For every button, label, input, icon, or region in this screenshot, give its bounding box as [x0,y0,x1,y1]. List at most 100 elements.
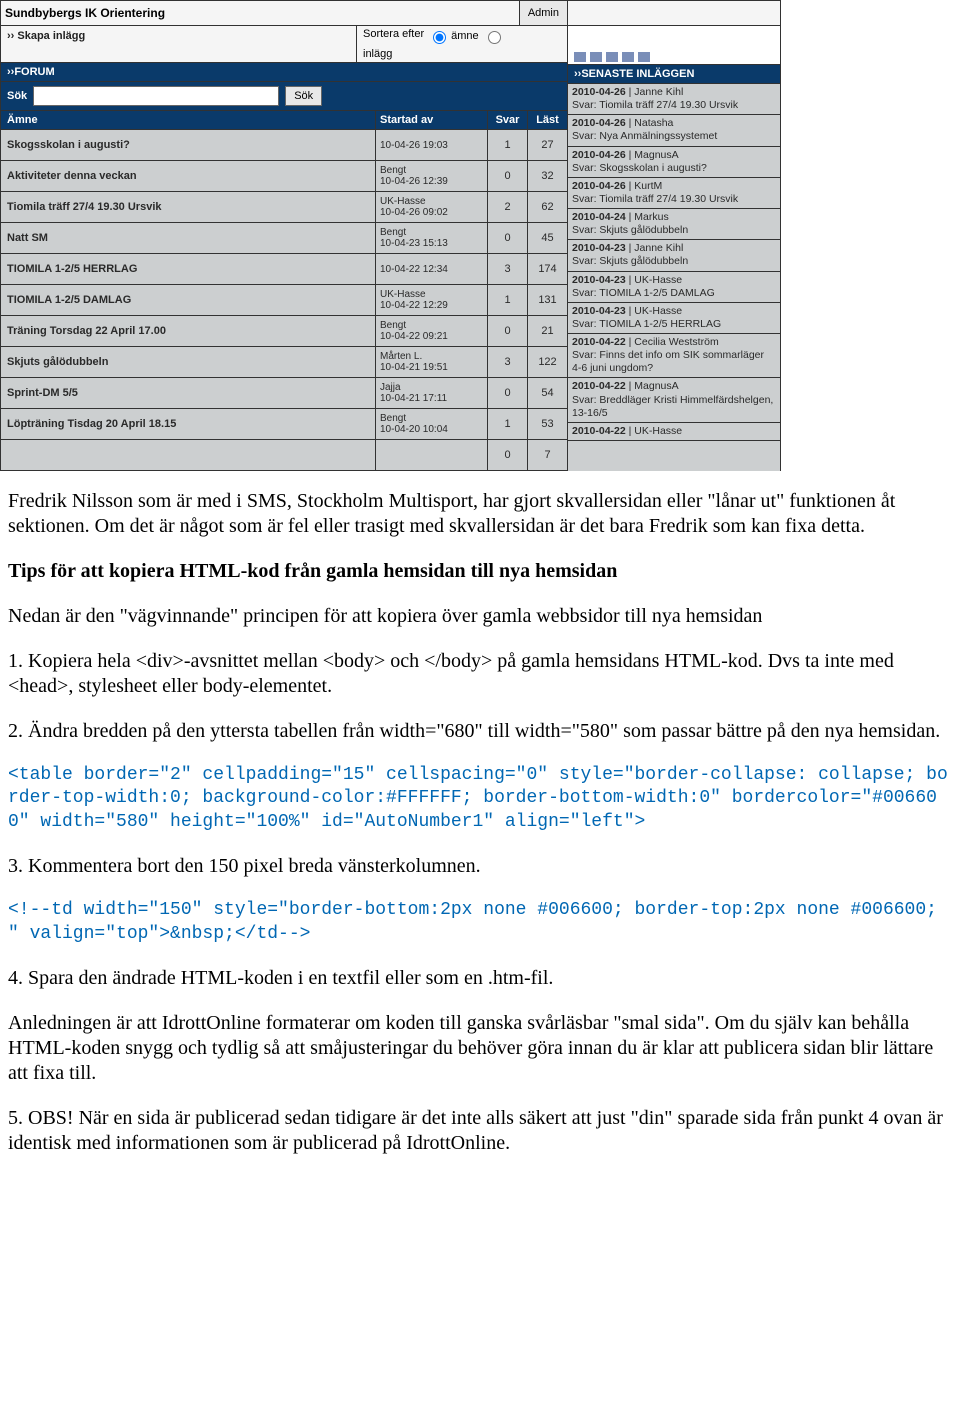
topic-cell[interactable]: Löpträning Tisdag 20 April 18.15 [1,409,375,439]
sort-controls: Sortera efter ämne inlägg [356,26,567,62]
create-post-link[interactable]: ›› Skapa inlägg [1,26,356,62]
sort-opt2-label: inlägg [363,48,392,60]
table-row[interactable]: TIOMILA 1-2/5 DAMLAGUK-Hasse10-04-22 12:… [1,285,567,316]
search-input[interactable] [33,86,279,106]
admin-link[interactable]: Admin [519,1,567,25]
sort-opt1-label: ämne [451,30,479,42]
svar-cell: 1 [487,409,527,439]
svar-cell: 0 [487,378,527,408]
topic-cell[interactable]: Aktiviteter denna veckan [1,161,375,191]
recent-item[interactable]: 2010-04-26 | KurtMSvar: Tiomila träff 27… [568,178,780,209]
last-cell: 45 [527,223,567,253]
sort-row: ›› Skapa inlägg Sortera efter ämne inläg… [1,26,567,63]
startedby-cell: 10-04-22 12:34 [375,254,487,284]
last-cell: 122 [527,347,567,377]
step-4: 4. Spara den ändrade HTML-koden i en tex… [8,966,952,991]
last-cell: 7 [527,440,567,470]
forum-screenshot: Sundbybergs IK Orientering Admin ›› Skap… [0,0,960,471]
col-header-startad[interactable]: Startad av [375,111,487,129]
recent-item[interactable]: 2010-04-22 | MagnusASvar: Breddläger Kri… [568,378,780,422]
tips-intro: Nedan är den "vägvinnande" principen för… [8,604,952,629]
col-header-last[interactable]: Läst [527,111,567,129]
svar-cell: 0 [487,316,527,346]
recent-title: ››SENASTE INLÄGGEN [568,65,780,84]
recent-item[interactable]: 2010-04-26 | NatashaSvar: Nya Anmälnings… [568,115,780,146]
topic-cell[interactable] [1,440,375,470]
svar-cell: 3 [487,347,527,377]
table-row[interactable]: Tiomila träff 27/4 19.30 UrsvikUK-Hasse1… [1,192,567,223]
recent-list: 2010-04-26 | Janne KihlSvar: Tiomila trä… [568,84,780,441]
startedby-cell: Bengt10-04-20 10:04 [375,409,487,439]
startedby-cell: UK-Hasse10-04-26 09:02 [375,192,487,222]
sort-opt-amne[interactable]: ämne [428,28,479,44]
last-cell: 131 [527,285,567,315]
radio-amne[interactable] [433,31,446,44]
last-cell: 62 [527,192,567,222]
table-row[interactable]: Skjuts gålödubbelnMårten L.10-04-21 19:5… [1,347,567,378]
col-header-svar[interactable]: Svar [487,111,527,129]
topic-cell[interactable]: TIOMILA 1-2/5 DAMLAG [1,285,375,315]
explanation-paragraph: Anledningen är att IdrottOnline formater… [8,1011,952,1086]
svar-cell: 1 [487,130,527,160]
startedby-cell: Bengt10-04-22 09:21 [375,316,487,346]
intro-paragraph: Fredrik Nilsson som är med i SMS, Stockh… [8,489,952,539]
table-row[interactable]: Skogsskolan i augusti?10-04-26 19:03127 [1,130,567,161]
site-title: Sundbybergs IK Orientering [1,6,519,20]
recent-item[interactable]: 2010-04-23 | UK-HasseSvar: TIOMILA 1-2/5… [568,303,780,334]
col-header-amne[interactable]: Ämne [1,111,375,129]
sort-opt-inlagg[interactable] [483,28,504,44]
radio-inlagg[interactable] [488,31,501,44]
svar-cell: 1 [487,285,527,315]
topic-cell[interactable]: Natt SM [1,223,375,253]
search-row: Sök Sök [1,82,567,111]
startedby-cell: Jajja10-04-21 17:11 [375,378,487,408]
topic-cell[interactable]: Skjuts gålödubbeln [1,347,375,377]
forum-header: Sundbybergs IK Orientering Admin [1,1,567,26]
search-label: Sök [7,90,27,102]
table-row[interactable]: Träning Torsdag 22 April 17.00Bengt10-04… [1,316,567,347]
table-row[interactable]: Aktiviteter denna veckanBengt10-04-26 12… [1,161,567,192]
topic-cell[interactable]: Tiomila träff 27/4 19.30 Ursvik [1,192,375,222]
recent-item[interactable]: 2010-04-23 | Janne KihlSvar: Skjuts gålö… [568,240,780,271]
forum-section-label: ››FORUM [1,63,567,82]
table-row[interactable]: Sprint-DM 5/5Jajja10-04-21 17:11054 [1,378,567,409]
topic-cell[interactable]: Träning Torsdag 22 April 17.00 [1,316,375,346]
last-cell: 174 [527,254,567,284]
topic-cell[interactable]: Skogsskolan i augusti? [1,130,375,160]
recent-item[interactable]: 2010-04-22 | Cecilia WestströmSvar: Finn… [568,334,780,378]
startedby-cell: Bengt10-04-23 15:13 [375,223,487,253]
topic-cell[interactable]: Sprint-DM 5/5 [1,378,375,408]
table-row[interactable]: Löpträning Tisdag 20 April 18.15Bengt10-… [1,409,567,440]
recent-item[interactable]: 2010-04-26 | Janne KihlSvar: Tiomila trä… [568,84,780,115]
table-row[interactable]: TIOMILA 1-2/5 HERRLAG10-04-22 12:343174 [1,254,567,285]
forum-panel: Sundbybergs IK Orientering Admin ›› Skap… [0,0,568,471]
table-row[interactable]: Natt SMBengt10-04-23 15:13045 [1,223,567,254]
startedby-cell: Mårten L.10-04-21 19:51 [375,347,487,377]
topic-cell[interactable]: TIOMILA 1-2/5 HERRLAG [1,254,375,284]
code-block-1: <table border="2" cellpadding="15" cells… [8,764,952,834]
recent-item[interactable]: 2010-04-22 | UK-Hasse [568,423,780,441]
recent-panel: ››SENASTE INLÄGGEN 2010-04-26 | Janne Ki… [568,0,781,471]
search-button[interactable]: Sök [285,86,322,106]
step-2: 2. Ändra bredden på den yttersta tabelle… [8,719,952,744]
startedby-cell: Bengt10-04-26 12:39 [375,161,487,191]
forum-table-body: Skogsskolan i augusti?10-04-26 19:03127A… [1,130,567,471]
startedby-cell [375,440,487,470]
recent-item[interactable]: 2010-04-24 | MarkusSvar: Skjuts gålödubb… [568,209,780,240]
startedby-cell: 10-04-26 19:03 [375,130,487,160]
tips-heading: Tips för att kopiera HTML-kod från gamla… [8,559,952,584]
document-body: Fredrik Nilsson som är med i SMS, Stockh… [0,471,960,1156]
last-cell: 53 [527,409,567,439]
last-cell: 54 [527,378,567,408]
recent-header-spacer [568,1,780,26]
table-row[interactable]: 07 [1,440,567,471]
recent-item[interactable]: 2010-04-26 | MagnusASvar: Skogsskolan i … [568,147,780,178]
recent-item[interactable]: 2010-04-23 | UK-HasseSvar: TIOMILA 1-2/5… [568,272,780,303]
svar-cell: 0 [487,440,527,470]
decoration-squares [568,26,780,65]
startedby-cell: UK-Hasse10-04-22 12:29 [375,285,487,315]
step-1: 1. Kopiera hela <div>-avsnittet mellan <… [8,649,952,699]
sort-label: Sortera efter [363,28,424,40]
code-block-2: <!--td width="150" style="border-bottom:… [8,899,952,946]
last-cell: 32 [527,161,567,191]
